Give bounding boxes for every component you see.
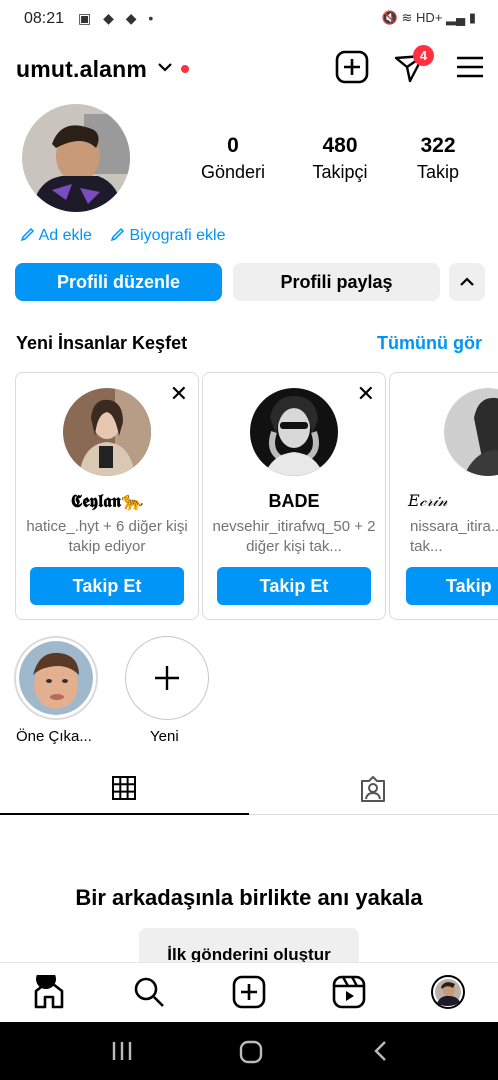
grid-icon <box>112 776 136 800</box>
status-bar: 08:21 ▣ ◆ ◆ • 🔇 ≋ HD+ ▂▄ ▮ <box>0 0 498 38</box>
stat-value: 322 <box>420 134 456 157</box>
chevron-up-icon <box>460 277 474 286</box>
stat-label: Takipçi <box>312 162 368 182</box>
suggestion-subtitle: hatice_.hyt + 6 diğer kişi takip ediyor <box>26 518 188 555</box>
stat-posts[interactable]: 0 Gönderi <box>178 134 288 183</box>
add-post-icon[interactable] <box>335 50 369 84</box>
suggestion-avatar[interactable] <box>63 388 151 476</box>
follow-button[interactable]: Takip Et <box>217 567 371 605</box>
add-bio-link[interactable]: Biyografi ekle <box>110 227 226 245</box>
stat-value: 480 <box>322 134 358 157</box>
empty-state-title: Bir arkadaşınla birlikte anı yakala <box>75 885 423 910</box>
see-all-link[interactable]: Tümünü gör <box>377 333 482 354</box>
toggle-suggestions-button[interactable] <box>449 263 485 301</box>
stat-label: Gönderi <box>200 162 266 182</box>
pencil-icon <box>20 227 35 242</box>
system-navigation-bar <box>0 1022 498 1080</box>
stat-label: Takip <box>416 162 460 182</box>
create-icon[interactable] <box>232 975 266 1009</box>
share-profile-button[interactable]: Profili paylaş <box>233 263 440 301</box>
suggestion-name: BADE <box>268 491 320 511</box>
unread-dot <box>181 65 189 73</box>
new-highlight-button[interactable] <box>125 636 209 720</box>
follow-button[interactable]: Takip Et <box>30 567 184 605</box>
stat-following[interactable]: 322 Takip <box>383 134 493 183</box>
highlight-label: Öne Çıka... <box>16 728 92 745</box>
search-icon[interactable] <box>132 975 166 1009</box>
stat-followers[interactable]: 480 Takipçi <box>285 134 395 183</box>
grid-tab[interactable] <box>111 775 137 806</box>
stat-value: 0 <box>227 134 239 157</box>
suggestion-card[interactable]: ✕ BADE nevsehir_itirafwq_50 + 2 diğer ki… <box>202 372 386 620</box>
highlight-label: Yeni <box>150 728 179 745</box>
suggestion-card[interactable]: 𝐸𝒸𝓇𝒾𝓃 nissara_itira... diğer kişi tak...… <box>389 372 498 620</box>
notification-icons: ▣ ◆ ◆ • <box>78 10 158 26</box>
tagged-person-icon <box>361 776 385 802</box>
highlight-cover <box>19 641 93 715</box>
suggestion-avatar[interactable] <box>250 388 338 476</box>
system-icons: 🔇 ≋ HD+ ▂▄ ▮ <box>381 10 476 25</box>
activity-badge: 4 <box>413 45 434 66</box>
suggestion-avatar[interactable] <box>444 388 498 476</box>
bottom-navigation <box>0 962 498 1023</box>
plus-icon <box>155 666 179 690</box>
username-title[interactable]: umut.alanm <box>16 56 147 83</box>
home-icon[interactable] <box>32 969 66 1009</box>
discover-title: Yeni İnsanlar Keşfet <box>16 333 188 353</box>
profile-avatar[interactable] <box>22 104 130 212</box>
dismiss-icon[interactable]: ✕ <box>357 383 375 405</box>
follow-button[interactable]: Takip <box>406 567 498 605</box>
edit-profile-button[interactable]: Profili düzenle <box>15 263 222 301</box>
add-bio-label: Biyografi ekle <box>129 227 226 244</box>
suggestion-subtitle: nevsehir_itirafwq_50 + 2 diğer kişi tak.… <box>212 518 376 555</box>
home-button-icon[interactable] <box>239 1040 263 1069</box>
add-name-label: Ad ekle <box>38 227 92 244</box>
suggestion-name: 𝕮𝖊𝖞𝖑𝖆𝖓🐆 <box>70 491 144 512</box>
recent-apps-icon[interactable] <box>111 1040 133 1067</box>
pencil-icon <box>110 227 125 242</box>
highlight-story[interactable] <box>14 636 98 720</box>
suggestion-name: 𝐸𝒸𝓇𝒾𝓃 <box>408 491 448 510</box>
dismiss-icon[interactable]: ✕ <box>170 383 188 405</box>
profile-tab-avatar[interactable] <box>431 975 465 1009</box>
status-time: 08:21 <box>24 10 65 27</box>
back-icon[interactable] <box>370 1040 392 1067</box>
active-tab-indicator <box>0 813 249 815</box>
menu-icon[interactable] <box>453 50 487 84</box>
tagged-tab[interactable] <box>359 775 387 808</box>
suggestion-subtitle: nissara_itira... diğer kişi tak... <box>410 518 498 555</box>
suggestion-card[interactable]: ✕ 𝕮𝖊𝖞𝖑𝖆𝖓🐆 hatice_.hyt + 6 diğer kişi tak… <box>15 372 199 620</box>
add-name-link[interactable]: Ad ekle <box>20 227 92 245</box>
chevron-down-icon[interactable] <box>156 58 174 81</box>
reels-icon[interactable] <box>332 975 366 1009</box>
